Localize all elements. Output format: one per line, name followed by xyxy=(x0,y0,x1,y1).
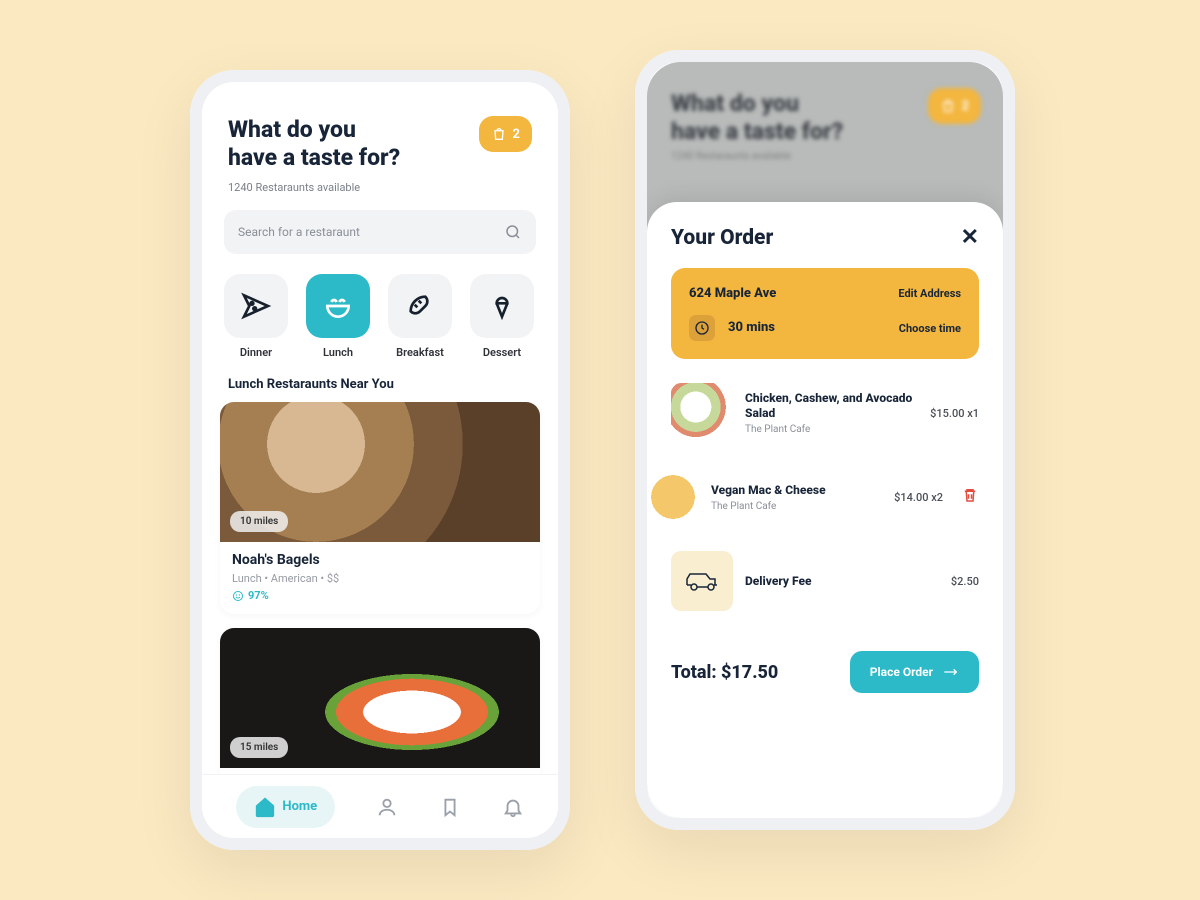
distance-badge: 10 miles xyxy=(230,511,288,532)
category-label: Breakfast xyxy=(396,346,444,359)
bg-title: What do you have a taste for? xyxy=(671,90,881,145)
order-item: Delivery Fee $2.50 xyxy=(671,539,979,623)
category-dinner[interactable]: Dinner xyxy=(224,274,288,359)
restaurant-meta: Lunch • American • $$ xyxy=(232,572,528,585)
edit-address-button[interactable]: Edit Address xyxy=(898,287,961,300)
cart-count: 2 xyxy=(513,127,520,142)
nav-home-label: Home xyxy=(282,799,317,814)
bg-subtitle: 1240 Restaraunts available xyxy=(671,151,979,162)
restaurant-name: Noah's Bagels xyxy=(232,552,528,568)
category-label: Lunch xyxy=(323,346,353,359)
restaurant-image: 15 miles xyxy=(220,628,540,768)
delivery-fee-price: $2.50 xyxy=(951,575,979,588)
order-item-price: $14.00 x2 xyxy=(894,491,943,504)
category-label: Dessert xyxy=(483,346,521,359)
car-icon xyxy=(684,570,720,592)
category-label: Dinner xyxy=(240,346,272,359)
order-item-name: Chicken, Cashew, and Avocado Salad xyxy=(745,391,918,421)
remove-item-button[interactable] xyxy=(961,486,979,508)
search-placeholder: Search for a restaraunt xyxy=(238,225,360,239)
bowl-icon xyxy=(322,290,354,322)
address-card: 624 Maple Ave Edit Address 30 mins Choos… xyxy=(671,268,979,359)
order-item-image xyxy=(671,383,733,443)
bookmark-icon[interactable] xyxy=(439,796,461,818)
distance-badge: 15 miles xyxy=(230,737,288,758)
category-lunch[interactable]: Lunch xyxy=(306,274,370,359)
clock-icon xyxy=(689,315,715,341)
order-item[interactable]: Chicken, Cashew, and Avocado Salad The P… xyxy=(671,371,979,455)
search-input[interactable]: Search for a restaraunt xyxy=(224,210,536,254)
place-order-button[interactable]: Place Order xyxy=(850,651,979,693)
delivery-fee-label: Delivery Fee xyxy=(745,574,939,589)
pizza-icon xyxy=(240,290,272,322)
choose-time-button[interactable]: Choose time xyxy=(899,322,961,335)
order-item-image xyxy=(647,467,699,527)
search-icon xyxy=(504,223,522,241)
smile-icon xyxy=(232,590,244,602)
home-screen: What do you have a taste for? 2 1240 Res… xyxy=(190,70,570,850)
restaurant-score: 97% xyxy=(232,589,528,602)
bag-icon xyxy=(940,98,956,114)
bell-icon[interactable] xyxy=(502,796,524,818)
bag-icon xyxy=(491,126,507,142)
order-item-sub: The Plant Cafe xyxy=(711,501,882,512)
restaurant-card[interactable]: 10 miles Noah's Bagels Lunch • American … xyxy=(220,402,540,614)
order-item-price: $15.00 x1 xyxy=(930,407,979,420)
category-dessert[interactable]: Dessert xyxy=(470,274,534,359)
page-title: What do you have a taste for? xyxy=(228,116,400,171)
order-item-name: Vegan Mac & Cheese xyxy=(711,483,882,498)
restaurants-available: 1240 Restaraunts available xyxy=(228,181,532,194)
user-icon[interactable] xyxy=(376,796,398,818)
home-icon xyxy=(254,796,276,818)
place-order-label: Place Order xyxy=(870,665,933,679)
trash-icon xyxy=(961,486,979,504)
sheet-title: Your Order xyxy=(671,226,773,250)
section-title: Lunch Restaraunts Near You xyxy=(228,377,532,392)
croissant-icon xyxy=(404,290,436,322)
cart-button[interactable]: 2 xyxy=(479,116,532,152)
order-total: Total: $17.50 xyxy=(671,662,778,683)
delivery-icon-box xyxy=(671,551,733,611)
bg-cart-button: 2 xyxy=(928,88,981,124)
arrow-right-icon xyxy=(943,666,959,678)
category-breakfast[interactable]: Breakfast xyxy=(388,274,452,359)
order-item-sub: The Plant Cafe xyxy=(745,424,918,435)
order-item[interactable]: Vegan Mac & Cheese The Plant Cafe $14.00… xyxy=(671,455,979,539)
icecream-icon xyxy=(486,290,518,322)
bottom-nav: Home xyxy=(202,774,558,838)
address-line: 624 Maple Ave xyxy=(689,286,776,301)
order-sheet: Your Order ✕ 624 Maple Ave Edit Address … xyxy=(647,202,1003,818)
close-button[interactable]: ✕ xyxy=(961,227,979,249)
nav-home[interactable]: Home xyxy=(236,786,335,828)
category-row: Dinner Lunch Breakfast Dessert xyxy=(202,254,558,359)
delivery-time: 30 mins xyxy=(728,320,775,335)
restaurant-image: 10 miles xyxy=(220,402,540,542)
order-screen: What do you have a taste for? 1240 Resta… xyxy=(635,50,1015,830)
